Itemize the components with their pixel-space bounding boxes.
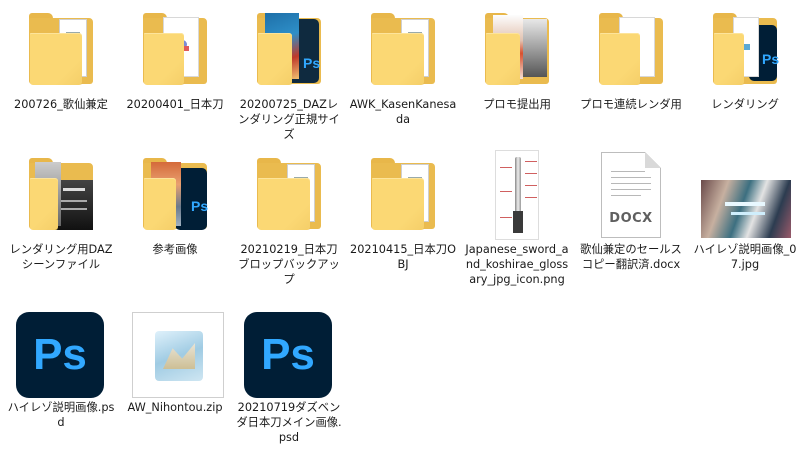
folder-icon: Ps [241,5,337,95]
folder-item[interactable]: Ps 参考画像 [119,150,231,257]
file-label: 20200401_日本刀 [126,98,224,111]
file-label: レンダリング [711,98,779,111]
photoshop-file-icon: Ps [241,308,337,398]
psd-file-item[interactable]: Ps 20210719ダズベンダ日本刀メイン画像.psd [233,308,345,445]
folder-item[interactable]: Ps レンダリング [689,5,799,112]
folder-item[interactable]: Ps 20200725_DAZレンダリング正規サイズ [233,5,345,142]
sword-glossary-thumbnail-icon [469,150,565,240]
folder-icon: Ps [127,150,223,240]
file-label: レンダリング用DAZシーンファイル [9,243,113,271]
ps-logo-icon: Ps [303,55,321,71]
file-label: AW_Nihontou.zip [127,401,223,414]
file-label: 歌仙兼定のセールスコピー翻訳済.docx [580,243,682,271]
file-label: 20210719ダズベンダ日本刀メイン画像.psd [236,401,342,444]
folder-item[interactable]: プロモ連続レンダ用 [575,5,687,112]
ps-logo-icon: Ps [191,198,209,214]
image-file-item[interactable]: ハイレゾ説明画像_07.jpg [689,150,799,272]
folder-icon [13,5,109,95]
image-file-item[interactable]: Japanese_sword_and_koshirae_glossary_jpg… [461,150,573,287]
file-label: 20210219_日本刀ブロップバックアップ [238,243,340,286]
file-label: Japanese_sword_and_koshirae_glossary_jpg… [465,243,569,286]
file-label: AWK_KasenKanesada [349,98,457,126]
file-label: プロモ提出用 [483,98,551,111]
document-file-item[interactable]: DOCX 歌仙兼定のセールスコピー翻訳済.docx [575,150,687,272]
file-label: 20210415_日本刀OBJ [350,243,456,271]
folder-item[interactable]: レンダリング用DAZシーンファイル [5,150,117,272]
photoshop-file-icon: Ps [13,308,109,398]
folder-icon [469,5,565,95]
docx-file-icon: DOCX [583,150,679,240]
zip-archive-icon [127,308,224,398]
file-label: 参考画像 [152,243,198,256]
file-label: 20200725_DAZレンダリング正規サイズ [238,98,340,141]
folder-item[interactable]: 20200401_日本刀 [119,5,231,112]
folder-icon [583,5,679,95]
zip-file-item[interactable]: AW_Nihontou.zip [119,308,231,415]
folder-item[interactable]: 20210219_日本刀ブロップバックアップ [233,150,345,287]
folder-item[interactable]: 200726_歌仙兼定 [5,5,117,112]
folder-icon: Ps [697,5,793,95]
folder-item[interactable]: 20210415_日本刀OBJ [347,150,459,272]
psd-file-item[interactable]: Ps ハイレゾ説明画像.psd [5,308,117,430]
folder-icon [241,150,337,240]
folder-item[interactable]: AWK_KasenKanesada [347,5,459,127]
folder-icon [355,150,451,240]
image-thumbnail-icon [697,150,793,240]
ps-logo-icon: Ps [762,51,780,67]
folder-icon [127,5,223,95]
file-label: 200726_歌仙兼定 [14,98,108,111]
file-label: ハイレゾ説明画像_07.jpg [693,243,797,271]
folder-icon [355,5,451,95]
file-label: ハイレゾ説明画像.psd [7,401,115,429]
folder-icon [13,150,109,240]
file-label: プロモ連続レンダ用 [580,98,682,111]
folder-item[interactable]: プロモ提出用 [461,5,573,112]
